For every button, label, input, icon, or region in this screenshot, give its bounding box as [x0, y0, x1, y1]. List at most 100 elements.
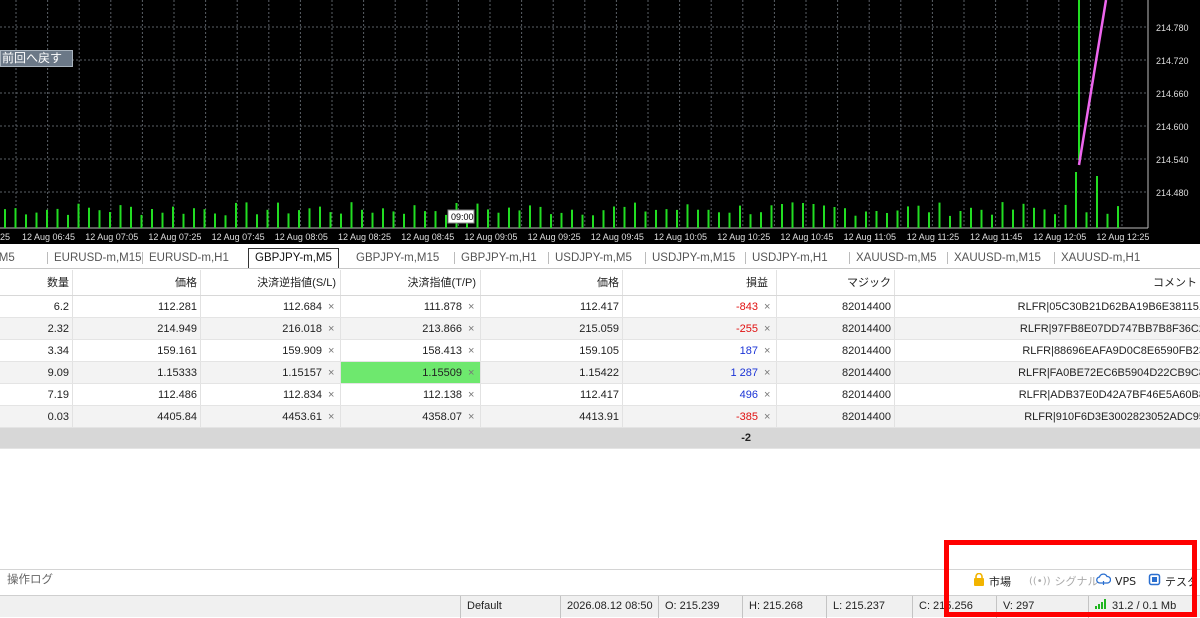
close-profit-icon[interactable]: × [764, 384, 770, 406]
crosshair-time: 09:00 [451, 212, 474, 222]
close-sl-icon[interactable]: × [328, 384, 334, 406]
close-sl-icon[interactable]: × [328, 318, 334, 340]
col-header-profit[interactable]: 損益 [623, 270, 777, 295]
close-profit-icon[interactable]: × [764, 362, 770, 384]
cloud-icon [1096, 573, 1112, 591]
status-profile[interactable]: Default [460, 596, 560, 618]
cell-tp[interactable]: 1.15509 [341, 362, 481, 383]
close-sl-icon[interactable]: × [328, 340, 334, 362]
col-header-comment[interactable]: コメント [895, 270, 1200, 295]
price-chart[interactable]: 214.780 214.720 214.660 214.600 214.540 214.4… [0, 0, 1200, 244]
close-profit-icon[interactable]: × [764, 318, 770, 340]
col-header-magic[interactable]: マジック [777, 270, 895, 295]
price-label: 214.780 [1156, 23, 1189, 33]
market-button[interactable]: 市場 [973, 572, 1011, 592]
status-traffic[interactable]: 31.2 / 0.1 Mb [1088, 596, 1200, 618]
chart-tab[interactable]: XAUUSD-m,M5 [856, 249, 937, 267]
cell-sl[interactable]: 159.909 [201, 340, 341, 361]
cell-magic: 82014400 [777, 296, 895, 317]
back-button[interactable]: 前回へ戻す [0, 50, 73, 67]
close-sl-icon[interactable]: × [328, 296, 334, 318]
close-tp-icon[interactable]: × [468, 384, 474, 406]
cell-sl[interactable]: 1.15157 [201, 362, 341, 383]
chart-tab[interactable]: XAUUSD-m,H1 [1061, 249, 1140, 267]
chart-tab[interactable]: XAUUSD-m,M15 [954, 249, 1041, 267]
time-label: 12 Aug 08:45 [401, 232, 454, 242]
cell-magic: 82014400 [777, 318, 895, 339]
tab-separator [1054, 252, 1055, 264]
table-row[interactable]: 6.2 112.281 112.684 × 111.878 × 112.417 -843 × 82… [0, 296, 1200, 318]
col-header-current[interactable]: 価格 [481, 270, 623, 295]
cell-sl[interactable]: 4453.61 [201, 406, 341, 427]
cell-sl[interactable]: 216.018 [201, 318, 341, 339]
table-row[interactable]: 3.34 159.161 159.909 × 158.413 × 159.105 187 × 82… [0, 340, 1200, 362]
table-header-row: 数量 価格 決済逆指値(S/L) 決済指値(T/P) 価格 損益 マジック コメ… [0, 270, 1200, 296]
close-sl-icon[interactable]: × [328, 406, 334, 428]
table-row[interactable]: 2.32 214.949 216.018 × 213.866 × 215.059 -255 × 8… [0, 318, 1200, 340]
close-profit-icon[interactable]: × [764, 340, 770, 362]
close-tp-icon[interactable]: × [468, 406, 474, 428]
chart-tab[interactable]: GBPJPY-m,M15 [356, 249, 439, 267]
cell-current: 1.15422 [481, 362, 623, 383]
chart-tab[interactable]: m,M5 [0, 249, 15, 267]
time-label: 12 Aug 07:25 [148, 232, 201, 242]
signal-button[interactable]: ((•)) シグナル [1029, 573, 1099, 591]
cell-tp[interactable]: 213.866 [341, 318, 481, 339]
signal-label: シグナル [1054, 575, 1099, 588]
oplog-tab[interactable]: 操作ログ [7, 571, 53, 587]
cell-magic: 82014400 [777, 406, 895, 427]
table-row[interactable]: 7.19 112.486 112.834 × 112.138 × 112.417 496 × 82… [0, 384, 1200, 406]
col-header-price[interactable]: 価格 [73, 270, 201, 295]
cell-magic: 82014400 [777, 362, 895, 383]
cell-tp[interactable]: 4358.07 [341, 406, 481, 427]
cell-profit[interactable]: -255 [623, 318, 777, 339]
cell-sl[interactable]: 112.684 [201, 296, 341, 317]
time-label: 12 Aug 09:45 [591, 232, 644, 242]
cell-tp[interactable]: 158.413 [341, 340, 481, 361]
col-header-tp[interactable]: 決済指値(T/P) [341, 270, 481, 295]
col-header-sl[interactable]: 決済逆指値(S/L) [201, 270, 341, 295]
close-profit-icon[interactable]: × [764, 406, 770, 428]
time-label: 12 Aug 08:25 [338, 232, 391, 242]
time-label: 12 Aug 10:45 [780, 232, 833, 242]
cell-sl[interactable]: 112.834 [201, 384, 341, 405]
close-tp-icon[interactable]: × [468, 340, 474, 362]
chart-tab[interactable]: USDJPY-m,M15 [652, 249, 735, 267]
close-tp-icon[interactable]: × [468, 296, 474, 318]
chart-tab[interactable]: EURUSD-m,H1 [149, 249, 229, 267]
chart-tab[interactable]: GBPJPY-m,M5 [248, 248, 339, 268]
chart-canvas[interactable]: 214.780 214.720 214.660 214.600 214.540 214.4… [0, 0, 1200, 244]
table-row[interactable]: 0.03 4405.84 4453.61 × 4358.07 × 4413.91 -385 × 8… [0, 406, 1200, 428]
chart-tab[interactable]: EURUSD-m,M15 [54, 249, 142, 267]
lock-icon [973, 572, 985, 592]
cell-current: 112.417 [481, 296, 623, 317]
cell-profit[interactable]: 187 [623, 340, 777, 361]
cell-current: 112.417 [481, 384, 623, 405]
cell-profit[interactable]: -843 [623, 296, 777, 317]
cell-tp[interactable]: 111.878 [341, 296, 481, 317]
cell-comment: RLFR|ADB37E0D42A7BF46E5A60B8 [1018, 389, 1200, 401]
close-tp-icon[interactable]: × [468, 362, 474, 384]
status-close: C: 215.256 [912, 596, 996, 618]
vps-label: VPS [1115, 575, 1137, 588]
close-profit-icon[interactable]: × [764, 296, 770, 318]
col-header-volume[interactable]: 数量 [0, 270, 73, 295]
cell-profit[interactable]: 1 287 [623, 362, 777, 383]
cell-tp[interactable]: 112.138 [341, 384, 481, 405]
tab-separator [947, 252, 948, 264]
price-label: 214.660 [1156, 89, 1189, 99]
chart-tab[interactable]: GBPJPY-m,H1 [461, 249, 537, 267]
table-row[interactable]: 9.09 1.15333 1.15157 × 1.15509 × 1.15422 1 287 ×… [0, 362, 1200, 384]
tester-button[interactable]: テスタ [1148, 573, 1198, 592]
status-bar: Default 2026.08.12 08:50 O: 215.239 H: 2… [0, 595, 1200, 618]
time-label: 12 Aug 11:45 [970, 232, 1022, 242]
vps-button[interactable]: VPS [1096, 573, 1136, 591]
time-label: 12 Aug 10:25 [717, 232, 770, 242]
status-datetime: 2026.08.12 08:50 [560, 596, 658, 618]
close-tp-icon[interactable]: × [468, 318, 474, 340]
cell-profit[interactable]: 496 [623, 384, 777, 405]
chart-tab[interactable]: USDJPY-m,H1 [752, 249, 828, 267]
cell-profit[interactable]: -385 [623, 406, 777, 427]
close-sl-icon[interactable]: × [328, 362, 334, 384]
chart-tab[interactable]: USDJPY-m,M5 [555, 249, 632, 267]
